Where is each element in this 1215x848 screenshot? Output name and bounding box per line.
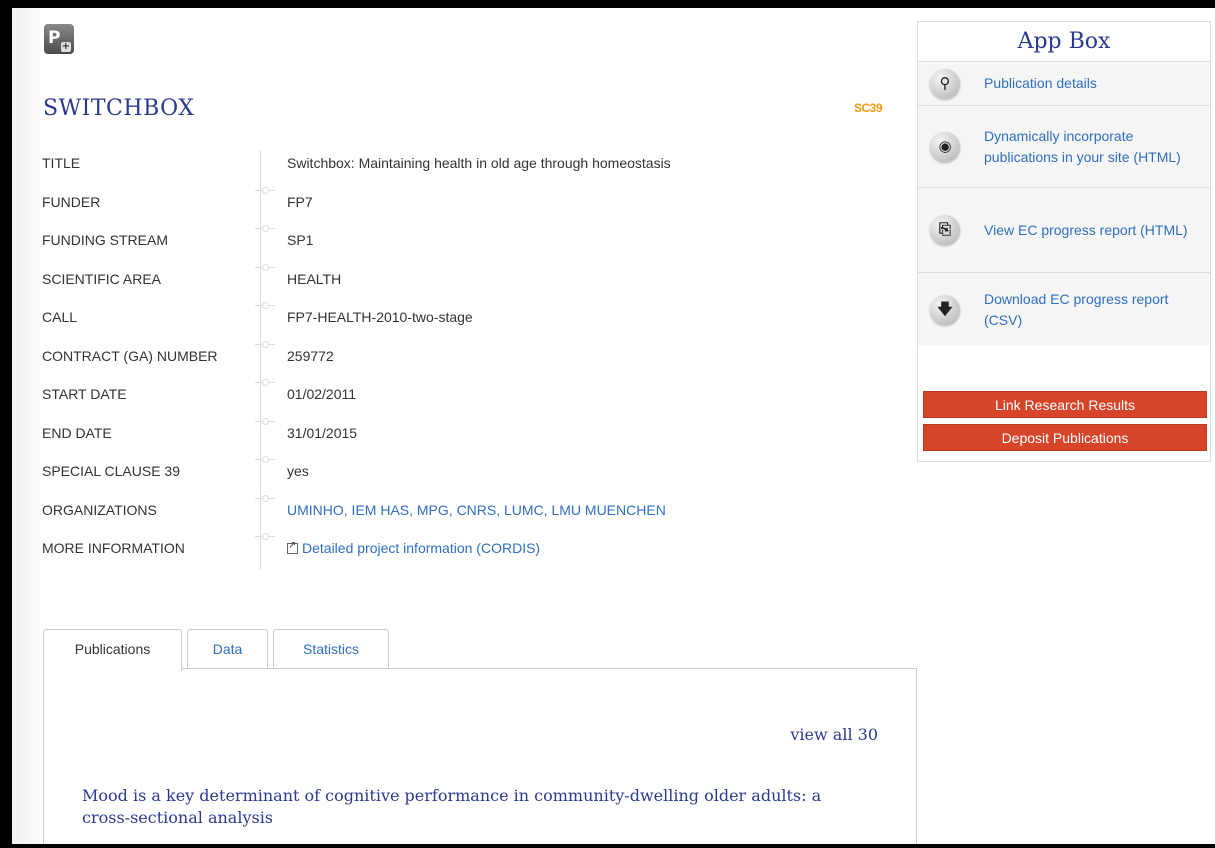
detail-row-contract-number: CONTRACT (GA) NUMBER 259772 (12, 340, 892, 379)
detail-value: FP7-HEALTH-2010-two-stage (287, 309, 473, 325)
detail-value: SP1 (287, 232, 314, 248)
detail-label: FUNDER (42, 193, 101, 210)
app-item-label[interactable]: Dynamically incorporate publications in … (984, 126, 1189, 168)
detail-label: SPECIAL CLAUSE 39 (42, 463, 180, 479)
publication-title-link[interactable]: Mood is a key determinant of cognitive p… (82, 785, 862, 829)
app-box: App Box ⚲ Publication details ◉ Dynamica… (917, 21, 1211, 462)
detail-label: SCIENTIFIC AREA (42, 270, 162, 287)
page-frame: P + SWITCHBOX SC39 TITLE Switchbox: Main… (12, 8, 1215, 844)
tab-data[interactable]: Data (187, 629, 268, 670)
detail-row-end-date: END DATE 31/01/2015 (12, 417, 892, 456)
organizations-links[interactable]: UMINHO, IEM HAS, MPG, CNRS, LUMC, LMU MU… (287, 502, 666, 518)
detail-row-call: CALL FP7-HEALTH-2010-two-stage (12, 301, 892, 340)
detail-value: 31/01/2015 (287, 424, 358, 441)
sc39-badge: SC39 (854, 101, 883, 115)
detail-label: FUNDING STREAM (42, 232, 168, 248)
detail-label: MORE INFORMATION (42, 540, 185, 556)
app-item-download-ec-report[interactable]: 🡇 Download EC progress report (CSV) (918, 272, 1210, 346)
document-add-icon: ⎘ (930, 215, 960, 245)
detail-row-more-info: MORE INFORMATION Detailed project inform… (12, 532, 892, 571)
tab-statistics[interactable]: Statistics (273, 629, 389, 670)
openaire-logo-icon[interactable]: P + (44, 24, 74, 54)
detail-row-funding-stream: FUNDING STREAM SP1 (12, 224, 892, 263)
detail-label: CALL (42, 309, 78, 325)
download-arrow-icon: 🡇 (930, 294, 960, 325)
deposit-publications-button[interactable]: Deposit Publications (923, 424, 1207, 451)
detail-row-special-clause: SPECIAL CLAUSE 39 yes (12, 455, 892, 494)
detail-value: 01/02/2011 (287, 386, 357, 402)
tab-publications[interactable]: Publications (43, 629, 182, 671)
project-details: TITLE Switchbox: Maintaining health in o… (12, 147, 892, 571)
app-box-title: App Box (1017, 29, 1111, 54)
logo-letter: P (48, 28, 61, 48)
detail-row-organizations: ORGANIZATIONS UMINHO, IEM HAS, MPG, CNRS… (12, 494, 892, 533)
publications-panel: view all 30 Mood is a key determinant of… (43, 668, 917, 844)
app-item-incorporate-publications[interactable]: ◉ Dynamically incorporate publications i… (918, 105, 1210, 187)
detail-value: FP7 (287, 193, 313, 210)
detail-label: TITLE (42, 155, 81, 171)
detail-row-funder: FUNDER FP7 (12, 186, 892, 225)
project-acronym: SWITCHBOX (43, 96, 195, 121)
detail-row-start-date: START DATE 01/02/2011 (12, 378, 892, 417)
detail-label: START DATE (42, 386, 127, 402)
detail-row-title: TITLE Switchbox: Maintaining health in o… (12, 147, 892, 186)
magnifier-icon: ⚲ (930, 68, 960, 99)
detail-label: ORGANIZATIONS (42, 501, 157, 518)
app-item-view-ec-report[interactable]: ⎘ View EC progress report (HTML) (918, 187, 1210, 272)
cordis-link-text[interactable]: Detailed project information (CORDIS) (302, 540, 540, 556)
cordis-link[interactable]: Detailed project information (CORDIS) (287, 540, 540, 556)
view-all-link[interactable]: view all 30 (790, 725, 878, 744)
app-item-label[interactable]: Download EC progress report (CSV) (984, 289, 1189, 331)
detail-value: Switchbox: Maintaining health in old age… (287, 155, 671, 171)
globe-icon: ◉ (930, 131, 960, 162)
detail-value: yes (287, 463, 309, 479)
detail-label: CONTRACT (GA) NUMBER (42, 347, 218, 364)
app-item-label[interactable]: View EC progress report (HTML) (984, 220, 1189, 241)
detail-label: END DATE (42, 424, 112, 441)
link-research-results-button[interactable]: Link Research Results (923, 391, 1207, 418)
external-link-icon (287, 540, 298, 554)
app-item-publication-details[interactable]: ⚲ Publication details (918, 61, 1210, 105)
detail-value: HEALTH (287, 270, 342, 287)
logo-badge: + (60, 41, 71, 52)
detail-row-scientific-area: SCIENTIFIC AREA HEALTH (12, 263, 892, 302)
detail-value: 259772 (287, 347, 334, 364)
app-item-label[interactable]: Publication details (984, 73, 1189, 94)
